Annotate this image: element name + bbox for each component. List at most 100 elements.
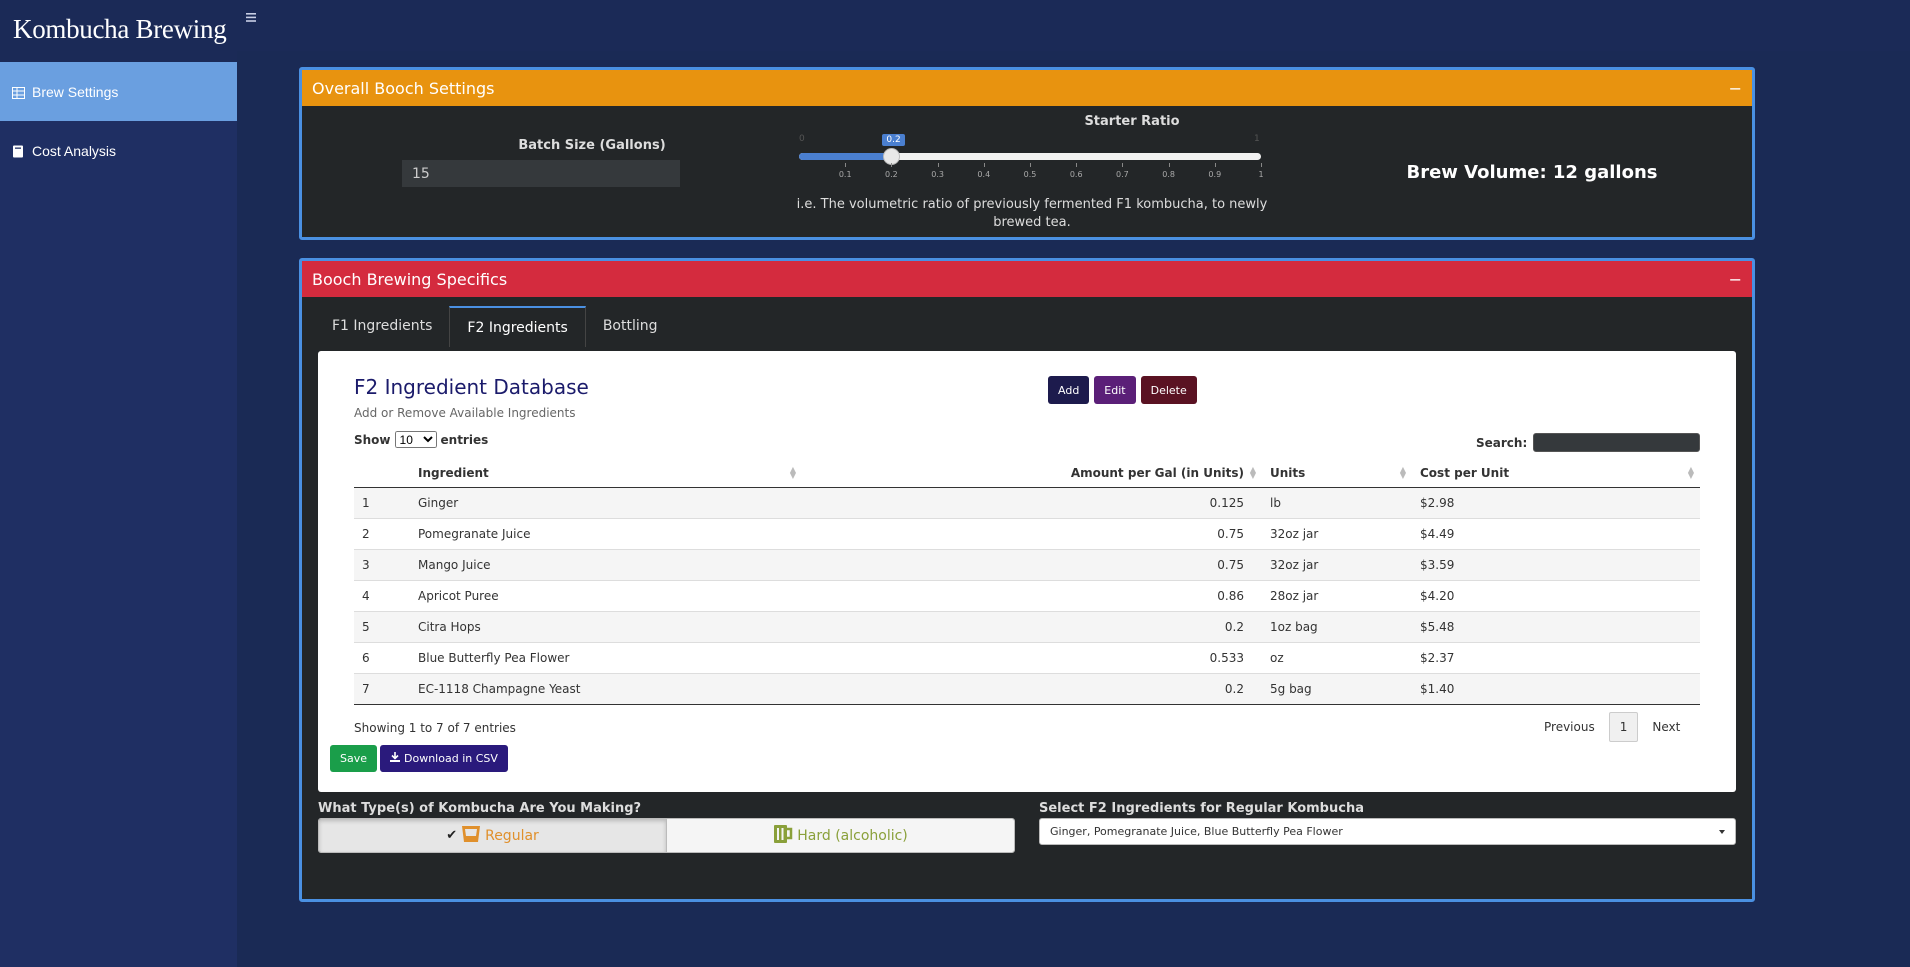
tab-bottling[interactable]: Bottling — [586, 306, 675, 347]
box-title: Booch Brewing Specifics — [312, 269, 508, 289]
type-option-label: Regular — [485, 827, 539, 844]
cell-index: 1 — [354, 486, 410, 518]
search-input[interactable] — [1533, 433, 1701, 452]
cell-index: 2 — [354, 517, 410, 549]
slider-tick-mark — [1122, 163, 1124, 167]
page-1-button[interactable]: 1 — [1608, 712, 1639, 742]
download-csv-label: Download in CSV — [404, 752, 498, 765]
type-option-regular[interactable]: ✔ Regular — [319, 819, 666, 852]
cell-amount: 0.533 — [802, 641, 1262, 673]
column-header-cost[interactable]: Cost per Unit ▲ ▼ — [1412, 459, 1700, 488]
table-body: 1 Ginger 0.125 lb $2.98 2 Pomegranate Juice 0.7… — [354, 486, 1700, 705]
brewing-specifics-header: Booch Brewing Specifics − — [302, 261, 1752, 297]
collapse-icon[interactable]: − — [1729, 270, 1742, 289]
add-button[interactable]: Add — [1048, 376, 1090, 404]
table-header-row: Ingredient ▲ ▼ Amount per Gal (in Units) ▲ ▼… — [354, 459, 1700, 488]
slider-tick-mark — [845, 163, 847, 167]
column-header-label: Ingredient — [418, 465, 489, 480]
batch-size-input[interactable] — [402, 160, 680, 187]
cell-amount: 0.75 — [802, 548, 1262, 580]
table-row[interactable]: 3 Mango Juice 0.75 32oz jar $3.59 — [354, 548, 1700, 580]
cell-amount: 0.2 — [802, 672, 1262, 705]
sort-icon: ▲ ▼ — [1687, 465, 1694, 480]
cell-cost: $5.48 — [1412, 610, 1700, 642]
cell-units: 32oz jar — [1262, 548, 1412, 580]
table-icon — [12, 86, 25, 99]
type-option-label: Hard (alcoholic) — [797, 827, 908, 844]
column-header-label: Cost per Unit — [1420, 465, 1510, 480]
slider-tick-mark — [1076, 163, 1078, 167]
kombucha-type-toggle: ✔ Regular Hard (alcoholic) — [318, 818, 1015, 853]
slider-tick-mark — [983, 163, 985, 167]
cell-amount: 0.125 — [802, 486, 1262, 518]
table-search: Search: — [1476, 433, 1701, 452]
slider-tick-label: 0.7 — [1116, 170, 1129, 179]
cell-index: 5 — [354, 610, 410, 642]
sidebar-item-brew-settings[interactable]: Brew Settings — [0, 62, 237, 121]
sidebar-item-label: Brew Settings — [32, 83, 119, 100]
batch-size-label: Batch Size (Gallons) — [518, 138, 666, 153]
starter-ratio-help: i.e. The volumetric ratio of previously … — [796, 197, 1268, 230]
sidebar-item-cost-analysis[interactable]: Cost Analysis — [0, 121, 237, 180]
f2-ingredients-select[interactable]: Ginger, Pomegranate Juice, Blue Butterfl… — [1039, 818, 1736, 845]
table-row[interactable]: 6 Blue Butterfly Pea Flower 0.533 oz $2.37 — [354, 641, 1700, 673]
sidebar-toggle-icon[interactable] — [246, 9, 256, 27]
slider-tick-label: 0.4 — [977, 170, 991, 179]
column-header-index[interactable] — [354, 459, 410, 488]
page-title: F2 Ingredient Database — [354, 375, 589, 399]
cell-amount: 0.86 — [802, 579, 1262, 611]
cell-cost: $2.37 — [1412, 641, 1700, 673]
slider-tick-mark — [1030, 163, 1031, 167]
delete-button[interactable]: Delete — [1140, 376, 1197, 404]
f2-database-panel: F2 Ingredient Database Add or Remove Ava… — [318, 351, 1736, 792]
cell-units: oz — [1262, 641, 1412, 673]
slider-tick-mark — [1168, 163, 1170, 167]
table-row[interactable]: 7 EC-1118 Champagne Yeast 0.2 5g bag $1.40 — [354, 672, 1700, 705]
cell-cost: $3.59 — [1412, 548, 1700, 580]
cell-units: 32oz jar — [1262, 517, 1412, 549]
tab-f1-ingredients[interactable]: F1 Ingredients — [315, 306, 449, 347]
brew-volume-output: Brew Volume: 12 gallons — [1406, 162, 1658, 183]
cell-units: lb — [1262, 486, 1412, 518]
table-row[interactable]: 2 Pomegranate Juice 0.75 32oz jar $4.49 — [354, 517, 1700, 549]
column-header-ingredient[interactable]: Ingredient ▲ ▼ — [410, 459, 802, 488]
slider-tick-label: 1 — [1258, 170, 1264, 179]
cell-units: 28oz jar — [1262, 579, 1412, 611]
beer-mug-icon — [773, 824, 793, 847]
collapse-icon[interactable]: − — [1729, 79, 1742, 98]
save-button[interactable]: Save — [330, 745, 378, 772]
overall-settings-box: Overall Booch Settings − Batch Size (Gal… — [299, 67, 1755, 240]
slider-tick-label: 0.1 — [838, 170, 852, 179]
tab-f2-ingredients[interactable]: F2 Ingredients — [449, 306, 586, 347]
check-icon: ✔ — [446, 828, 458, 843]
table-row[interactable]: 1 Ginger 0.125 lb $2.98 — [354, 486, 1700, 518]
page-subtitle: Add or Remove Available Ingredients — [354, 406, 576, 420]
brewing-specifics-box: Booch Brewing Specifics − F1 Ingredients… — [299, 258, 1755, 902]
type-option-hard[interactable]: Hard (alcoholic) — [666, 819, 1014, 852]
cell-ingredient: EC-1118 Champagne Yeast — [410, 672, 802, 705]
next-page-button[interactable]: Next — [1638, 720, 1694, 734]
column-header-label: Amount per Gal (in Units) — [1070, 465, 1244, 480]
cell-ingredient: Pomegranate Juice — [410, 517, 802, 549]
slider-tick-mark — [1261, 163, 1262, 167]
cell-ingredient: Ginger — [410, 486, 802, 518]
table-row[interactable]: 4 Apricot Puree 0.86 28oz jar $4.20 — [354, 579, 1700, 611]
previous-page-button[interactable]: Previous — [1530, 720, 1609, 734]
slider-tick-label: 0.2 — [885, 170, 898, 179]
ingredient-tabs: F1 Ingredients F2 Ingredients Bottling — [315, 306, 675, 347]
table-row[interactable]: 5 Citra Hops 0.2 1oz bag $5.48 — [354, 610, 1700, 642]
sort-icon: ▲ ▼ — [789, 465, 796, 480]
download-csv-button[interactable]: Download in CSV — [380, 745, 508, 772]
edit-button[interactable]: Edit — [1094, 376, 1136, 404]
column-header-amount[interactable]: Amount per Gal (in Units) ▲ ▼ — [802, 459, 1262, 488]
slider-tick-label: 0.9 — [1208, 170, 1222, 179]
ingredients-table: Ingredient ▲ ▼ Amount per Gal (in Units) ▲ ▼… — [354, 459, 1700, 705]
entries-select[interactable]: 10 — [394, 431, 437, 448]
column-header-units[interactable]: Units ▲ ▼ — [1262, 459, 1412, 488]
slider-tick-label: 0.8 — [1162, 170, 1175, 179]
chevron-down-icon — [1719, 830, 1725, 834]
sidebar: Brew Settings Cost Analysis — [0, 62, 237, 967]
cell-ingredient: Mango Juice — [410, 548, 802, 580]
table-info: Showing 1 to 7 of 7 entries — [354, 721, 516, 735]
starter-ratio-slider[interactable]: 0 1 0.2 0.1 0.2 0.3 0.4 0.5 0.6 0.7 0.8 0.9 1 — [799, 130, 1269, 180]
